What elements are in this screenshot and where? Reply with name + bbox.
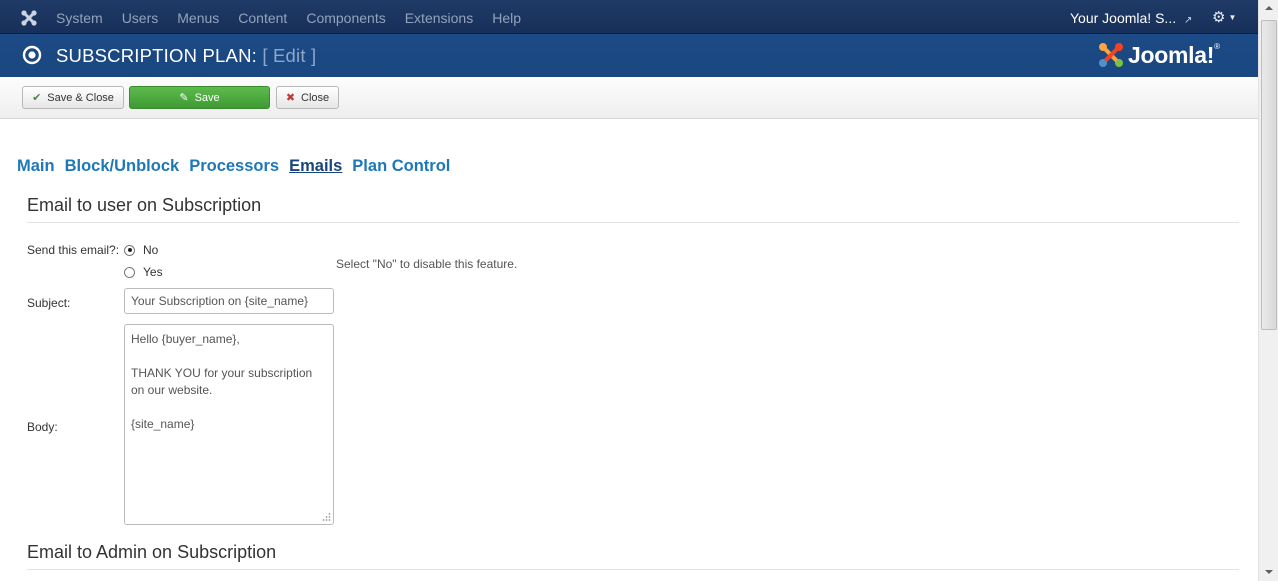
vertical-scrollbar[interactable] [1258, 0, 1278, 581]
subject-label: Subject: [27, 296, 71, 310]
scroll-thumb[interactable] [1261, 20, 1277, 330]
body-line: Hello {buyer_name}, [131, 332, 240, 346]
scroll-down-button[interactable] [1260, 564, 1278, 581]
tab-plan-control[interactable]: Plan Control [352, 156, 450, 176]
settings-dropdown[interactable]: ⚙ ▼ [1212, 0, 1236, 36]
menu-components[interactable]: Components [306, 0, 385, 34]
body-textarea[interactable]: Hello {buyer_name}, THANK YOU for your s… [124, 324, 334, 525]
page-title-text: SUBSCRIPTION PLAN: [56, 45, 257, 66]
body-line: {site_name} [131, 417, 195, 431]
body-line [131, 348, 327, 365]
tab-bar: Main Block/Unblock Processors Emails Pla… [17, 156, 460, 176]
send-email-hint: Select "No" to disable this feature. [336, 257, 518, 271]
check-icon: ✔ [32, 92, 42, 104]
admin-email-section-title: Email to Admin on Subscription [27, 542, 277, 562]
edit-icon: ✎ [179, 92, 189, 104]
menu-menus[interactable]: Menus [177, 0, 219, 34]
section-divider [27, 569, 1239, 570]
cancel-icon: ✖ [285, 92, 296, 104]
send-email-radio-yes[interactable]: Yes [124, 265, 163, 279]
site-link-label: Your Joomla! S... [1070, 10, 1177, 26]
menu-content[interactable]: Content [238, 0, 287, 34]
subject-input[interactable]: Your Subscription on {site_name} [124, 288, 334, 314]
arrow-down-icon [1265, 570, 1273, 574]
target-icon [22, 45, 42, 65]
menu-extensions[interactable]: Extensions [405, 0, 473, 34]
user-email-section-title: Email to user on Subscription [27, 195, 262, 215]
gear-icon: ⚙ [1212, 9, 1226, 26]
radio-unchecked-icon [124, 266, 135, 278]
close-button[interactable]: ✖ Close [276, 86, 339, 109]
top-navbar: System Users Menus Content Components Ex… [0, 0, 1258, 34]
save-close-button[interactable]: ✔ Save & Close [22, 86, 124, 109]
page-title-mode: [ Edit ] [262, 45, 317, 66]
send-email-label: Send this email?: [27, 243, 120, 257]
body-line: on our website. [131, 383, 213, 397]
menu-help[interactable]: Help [492, 0, 521, 34]
tab-processors[interactable]: Processors [189, 156, 279, 176]
arrow-up-icon [1265, 6, 1273, 10]
save-label: Save [194, 91, 220, 104]
body-line: THANK YOU for your subscription [131, 366, 313, 380]
send-email-radio-no[interactable]: No [124, 243, 158, 257]
radio-checked-icon [124, 244, 135, 256]
radio-yes-label: Yes [143, 265, 163, 279]
page-header: SUBSCRIPTION PLAN: [ Edit ] Joomla!® [0, 34, 1258, 77]
caret-down-icon: ▼ [1228, 13, 1237, 22]
tab-main[interactable]: Main [17, 156, 55, 176]
joomla-brand: Joomla!® [1097, 38, 1220, 72]
save-button[interactable]: ✎ Save [129, 86, 270, 109]
radio-no-label: No [143, 243, 159, 257]
body-label: Body: [27, 420, 58, 434]
menu-users[interactable]: Users [122, 0, 159, 34]
body-line [131, 399, 327, 416]
page-title: SUBSCRIPTION PLAN: [ Edit ] [56, 34, 316, 77]
toolbar: ✔ Save & Close ✎ Save ✖ Close [0, 77, 1258, 119]
close-label: Close [301, 91, 330, 104]
menu-system[interactable]: System [56, 0, 103, 34]
section-divider [27, 222, 1239, 223]
scroll-up-button[interactable] [1260, 0, 1278, 17]
joomla-brand-text: Joomla!® [1128, 41, 1220, 68]
tab-emails[interactable]: Emails [289, 156, 342, 176]
tab-block-unblock[interactable]: Block/Unblock [65, 156, 180, 176]
joomla-logo-icon[interactable] [20, 9, 38, 27]
joomla-brand-icon [1099, 43, 1123, 67]
resize-handle-icon[interactable] [321, 512, 331, 522]
main-menu: System Users Menus Content Components Ex… [56, 0, 540, 34]
save-close-label: Save & Close [47, 91, 114, 104]
